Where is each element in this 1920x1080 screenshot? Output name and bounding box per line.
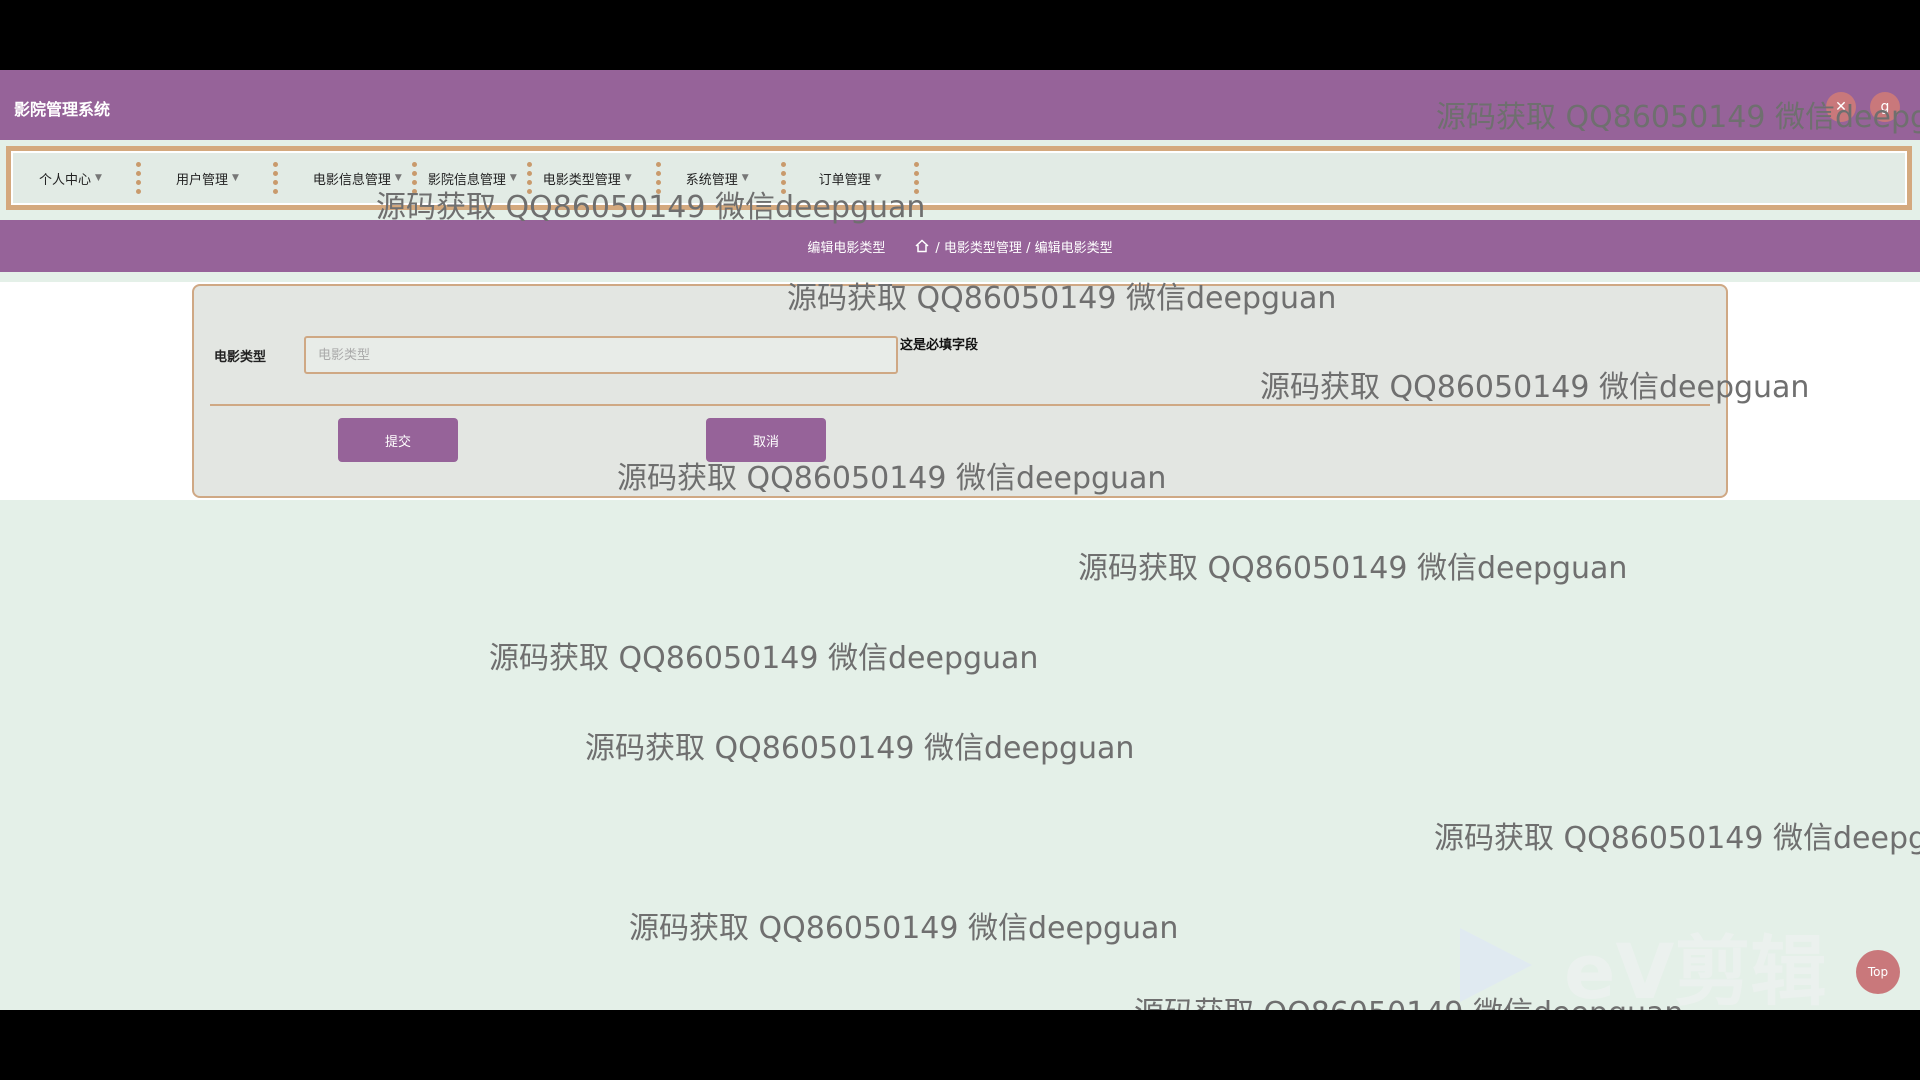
nav-item-user-management[interactable]: 用户管理 ▼ [176, 169, 239, 188]
close-icon[interactable]: ✕ [1826, 92, 1856, 122]
form-divider [210, 404, 1710, 406]
header-icons: ✕ g [1826, 92, 1900, 122]
top-header: 影院管理系统 ✕ g [0, 70, 1920, 140]
app-title: 影院管理系统 [14, 100, 111, 119]
app-screen: 影院管理系统 ✕ g 个人中心 ▼ 用户管理 ▼ 电影信息管理 ▼ 影院信息管理 ▼ 电… [0, 70, 1920, 1010]
breadcrumb: / 电影类型管理 / 编辑电影类型 [915, 237, 1113, 256]
ev-logo: eV剪辑 [1452, 910, 1826, 1010]
nav-item-movie-type[interactable]: 电影类型管理 ▼ [543, 169, 632, 188]
main-nav: 个人中心 ▼ 用户管理 ▼ 电影信息管理 ▼ 影院信息管理 ▼ 电影类型管理 ▼ 系统管理… [6, 146, 1912, 210]
chevron-down-icon: ▼ [231, 173, 239, 183]
movie-type-input[interactable] [304, 336, 898, 374]
chevron-down-icon: ▼ [741, 173, 749, 183]
chevron-down-icon: ▼ [95, 173, 102, 183]
back-to-top-button[interactable]: Top [1856, 950, 1900, 994]
breadcrumb-bar: 编辑电影类型 / 电影类型管理 / 编辑电影类型 [0, 220, 1920, 272]
cancel-button[interactable]: 取消 [706, 418, 826, 462]
home-icon[interactable] [915, 239, 929, 253]
submit-button[interactable]: 提交 [338, 418, 458, 462]
nav-separator [408, 162, 422, 194]
nav-separator [652, 162, 666, 194]
breadcrumb-path[interactable]: / 电影类型管理 / 编辑电影类型 [935, 237, 1112, 256]
watermark-text: 源码获取 QQ86050149 微信deepguan [1078, 551, 1628, 586]
watermark-text: 源码获取 QQ86050149 微信deepguan [489, 641, 1039, 676]
nav-separator [523, 162, 537, 194]
chevron-down-icon: ▼ [624, 173, 632, 183]
watermark-text: 源码获取 QQ86050149 微信deepguan [629, 911, 1179, 946]
letterbox-bar [0, 1010, 1920, 1080]
nav-separator [132, 162, 146, 194]
nav-item-orders[interactable]: 订单管理 ▼ [819, 169, 882, 188]
nav-item-system[interactable]: 系统管理 ▼ [686, 169, 749, 188]
chevron-down-icon: ▼ [874, 173, 882, 183]
nav-item-personal-center[interactable]: 个人中心 ▼ [39, 169, 102, 188]
nav-separator [777, 162, 791, 194]
edit-form: 电影类型 这是必填字段 提交 取消 [192, 284, 1728, 498]
watermark-text: 源码获取 QQ86050149 微信deepguan [1434, 821, 1920, 856]
movie-type-label: 电影类型 [214, 350, 267, 365]
watermark-text: 源码获取 QQ86050149 微信deepguan [585, 731, 1135, 766]
chevron-down-icon: ▼ [394, 173, 402, 183]
play-icon [1460, 928, 1532, 1002]
chevron-down-icon: ▼ [509, 173, 517, 183]
page-title: 编辑电影类型 [807, 240, 886, 256]
ev-logo-text: eV剪辑 [1564, 927, 1827, 1010]
avatar[interactable]: g [1870, 92, 1900, 122]
nav-separator [910, 162, 924, 194]
nav-item-movie-info[interactable]: 电影信息管理 ▼ [313, 169, 402, 188]
nav-separator [269, 162, 283, 194]
required-note: 这是必填字段 [900, 338, 979, 353]
nav-item-cinema-info[interactable]: 影院信息管理 ▼ [428, 169, 517, 188]
